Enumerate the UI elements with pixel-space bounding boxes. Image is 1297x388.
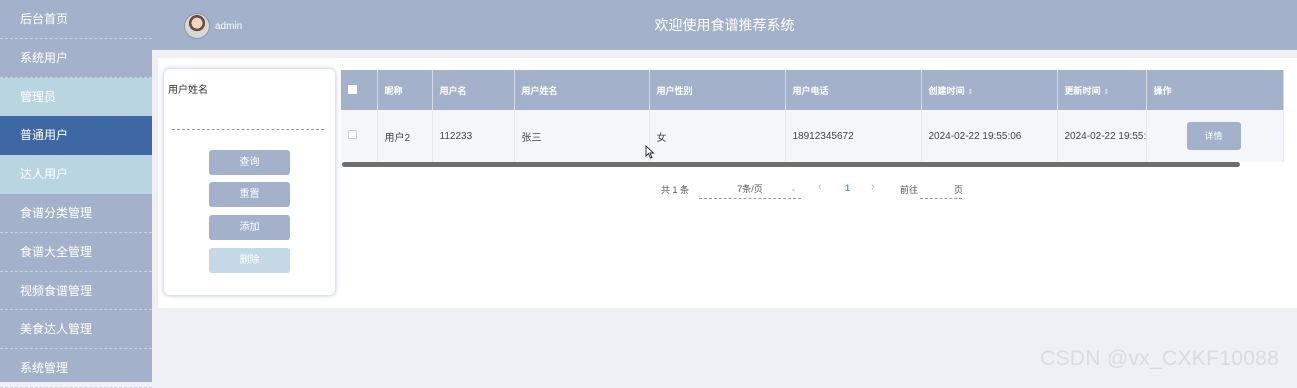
cell-gender: 女 [649,110,786,162]
table-header-row: 昵称 用户名 用户姓名 用户性别 用户电话 创建时间 ⇕ 更新时间 ⇕ 操作 [341,70,1284,110]
prev-page-icon[interactable]: ‹ [818,181,822,193]
pagination-total: 共 1 条 [661,185,690,195]
sidebar-item-system-manage[interactable]: 系统管理 [0,349,152,388]
cell-created: 2024-02-22 19:55:06 [921,110,1058,162]
column-header-fullname: 用户姓名 [514,70,650,110]
column-header-gender: 用户性别 [649,70,786,110]
sidebar-item-admins[interactable]: 管理员 [0,77,152,117]
column-header-action: 操作 [1146,70,1284,110]
sidebar-item-recipe-category[interactable]: 食谱分类管理 [0,194,152,233]
column-header-created[interactable]: 创建时间 ⇕ [921,70,1058,110]
column-header-phone: 用户电话 [785,70,922,110]
updated-header-label: 更新时间 [1064,85,1101,96]
page-unit-label: 页 [954,185,964,195]
query-button[interactable]: 查询 [209,150,290,175]
cell-nickname: 用户2 [377,110,433,162]
cell-username: 112233 [432,110,515,162]
top-header: admin 欢迎使用食谱推荐系统 [152,0,1297,50]
column-header-updated[interactable]: 更新时间 ⇕ [1057,70,1147,110]
sidebar-item-expert-users[interactable]: 达人用户 [0,155,152,194]
created-header-label: 创建时间 [928,85,965,96]
search-label: 用户姓名 [168,85,208,96]
current-page-number[interactable]: 1 [845,183,850,193]
page-size-value: 7条/页 [737,184,763,194]
delete-button[interactable]: 删除 [209,248,290,273]
fullname-search-input[interactable] [172,118,324,130]
column-header-nickname: 昵称 [377,70,433,110]
row-checkbox[interactable] [348,130,357,139]
sidebar-item-video-recipe[interactable]: 视频食谱管理 [0,272,152,311]
horizontal-scrollbar[interactable] [342,162,1240,167]
cell-updated: 2024-02-22 19:55:3 [1057,110,1147,162]
goto-label: 前往 [900,185,919,195]
cell-action: 详情 [1146,110,1284,162]
next-page-icon[interactable]: › [871,181,875,193]
watermark: CSDN @vx_CXKF10088 [1040,347,1280,370]
page-size-select[interactable]: 7条/页 ⌄ [699,180,801,199]
chevron-down-icon: ⌄ [790,184,797,193]
sidebar-item-home[interactable]: 后台首页 [0,0,152,39]
table-row: 用户2 112233 张三 女 18912345672 2024-02-22 1… [341,110,1284,162]
sidebar-item-system-users[interactable]: 系统用户 [0,39,152,78]
detail-button[interactable]: 详情 [1186,122,1241,150]
sidebar-item-recipe-all[interactable]: 食谱大全管理 [0,233,152,272]
select-all-cell [341,70,378,110]
sidebar-item-normal-users[interactable]: 普通用户 [0,116,152,156]
search-panel: 用户姓名 查询 重置 添加 删除 [164,69,335,295]
sidebar: 后台首页 系统用户 管理员 普通用户 达人用户 食谱分类管理 食谱大全管理 视频… [0,0,152,388]
cell-phone: 18912345672 [785,110,922,162]
column-header-username: 用户名 [432,70,515,110]
system-title: 欢迎使用食谱推荐系统 [654,17,795,33]
row-select-cell [341,110,378,162]
sort-icon[interactable]: ⇕ [1104,89,1110,96]
reset-button[interactable]: 重置 [209,182,290,207]
cell-fullname: 张三 [514,110,650,162]
add-button[interactable]: 添加 [209,215,290,240]
user-table: 昵称 用户名 用户姓名 用户性别 用户电话 创建时间 ⇕ 更新时间 ⇕ 操作 用户2… [341,70,1284,166]
sort-icon[interactable]: ⇕ [968,89,974,96]
mouse-cursor-icon [645,145,655,159]
sidebar-item-food-expert[interactable]: 美食达人管理 [0,310,152,350]
select-all-checkbox[interactable] [348,84,357,94]
